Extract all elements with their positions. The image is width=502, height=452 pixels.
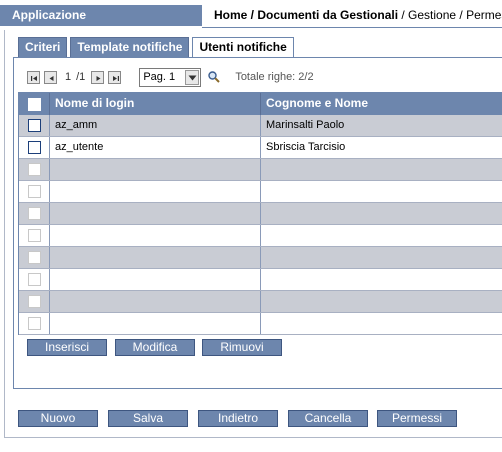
row-check-cell (19, 137, 50, 158)
cell-name (261, 313, 502, 334)
tab-criteri[interactable]: Criteri (18, 37, 68, 58)
page-select[interactable]: Pag. 1 (139, 67, 202, 87)
next-page-icon[interactable] (91, 70, 105, 84)
row-check-cell (19, 269, 50, 290)
cell-name (261, 181, 502, 202)
table-row[interactable]: az_utente Sbriscia Tarcisio (19, 137, 502, 159)
table-row (19, 181, 502, 203)
current-page: 1 (65, 71, 72, 83)
table-row (19, 225, 502, 247)
row-checkbox (27, 185, 41, 198)
cell-login: az_utente (50, 137, 261, 158)
cell-login (50, 269, 261, 290)
cell-name: Sbriscia Tarcisio (266, 141, 346, 153)
permissions-button[interactable]: Permessi (377, 410, 457, 427)
row-checkbox (27, 251, 41, 264)
cell-login: az_amm (50, 115, 261, 136)
row-checkbox (27, 295, 41, 308)
cell-login (50, 247, 261, 268)
back-button[interactable]: Indietro (198, 410, 278, 427)
cell-login (50, 203, 261, 224)
row-checkbox (27, 207, 41, 220)
row-check-cell (19, 159, 50, 180)
users-table: Nome di login Cognome e Nome az_amm Mari… (18, 92, 502, 335)
cell-name (261, 247, 502, 268)
breadcrumb-tail: / Gestione / Permessi e (401, 8, 502, 22)
column-header-login[interactable]: Nome di login (50, 93, 261, 115)
search-icon[interactable] (207, 70, 221, 84)
header-divider (202, 27, 502, 28)
row-checkbox (27, 273, 41, 286)
breadcrumb-path[interactable]: Home / Documenti da Gestionali (214, 8, 398, 22)
page-select-value: Pag. 1 (143, 71, 176, 83)
table-row (19, 313, 502, 335)
cell-login (50, 313, 261, 334)
delete-button[interactable]: Cancella (288, 410, 368, 427)
row-checkbox[interactable] (27, 141, 41, 154)
cell-name (261, 269, 502, 290)
row-check-cell (19, 291, 50, 312)
app-title: Applicazione (0, 5, 202, 26)
remove-button[interactable]: Rimuovi (202, 339, 282, 356)
total-pages: /1 (76, 71, 86, 83)
table-row[interactable]: az_amm Marinsalti Paolo (19, 115, 502, 137)
cell-name (261, 225, 502, 246)
cell-login (50, 291, 261, 312)
row-check-cell (19, 115, 50, 136)
select-all-cell (19, 93, 50, 115)
row-check-cell (19, 203, 50, 224)
cell-login (50, 181, 261, 202)
tab-template-notifiche[interactable]: Template notifiche (70, 37, 190, 58)
cell-name (261, 159, 502, 180)
select-all-checkbox[interactable] (27, 97, 41, 111)
table-body: az_amm Marinsalti Paolo az_utente Sbrisc… (19, 115, 502, 335)
row-checkbox[interactable] (27, 119, 41, 132)
table-row (19, 247, 502, 269)
cell-name (261, 203, 502, 224)
cell-name (261, 291, 502, 312)
row-check-cell (19, 225, 50, 246)
table-row (19, 159, 502, 181)
cell-name: Marinsalti Paolo (266, 119, 345, 131)
edit-button[interactable]: Modifica (115, 339, 195, 356)
first-page-icon[interactable] (27, 70, 40, 84)
save-button[interactable]: Salva (108, 410, 188, 427)
row-check-cell (19, 247, 50, 268)
table-row (19, 291, 502, 313)
row-checkbox (27, 317, 41, 330)
last-page-icon[interactable] (108, 70, 122, 84)
cell-login (50, 225, 261, 246)
chevron-down-icon (185, 69, 200, 85)
tab-bar: Criteri Template notifiche Utenti notifi… (18, 37, 297, 59)
cell-login (50, 159, 261, 180)
prev-page-icon[interactable] (44, 70, 57, 84)
row-check-cell (19, 181, 50, 202)
pager: 1 /1 Pag. 1 Totale righe: 2/2 (27, 67, 314, 87)
breadcrumb: Home / Documenti da Gestionali / Gestion… (214, 5, 502, 26)
total-rows: Totale righe: 2/2 (235, 71, 314, 83)
row-check-cell (19, 313, 50, 334)
table-row (19, 269, 502, 291)
row-checkbox (27, 229, 41, 242)
new-button[interactable]: Nuovo (18, 410, 98, 427)
column-header-name[interactable]: Cognome e Nome (261, 93, 502, 115)
row-checkbox (27, 163, 41, 176)
insert-button[interactable]: Inserisci (27, 339, 107, 356)
table-header: Nome di login Cognome e Nome (19, 93, 502, 115)
tab-utenti-notifiche[interactable]: Utenti notifiche (192, 37, 294, 59)
table-row (19, 203, 502, 225)
